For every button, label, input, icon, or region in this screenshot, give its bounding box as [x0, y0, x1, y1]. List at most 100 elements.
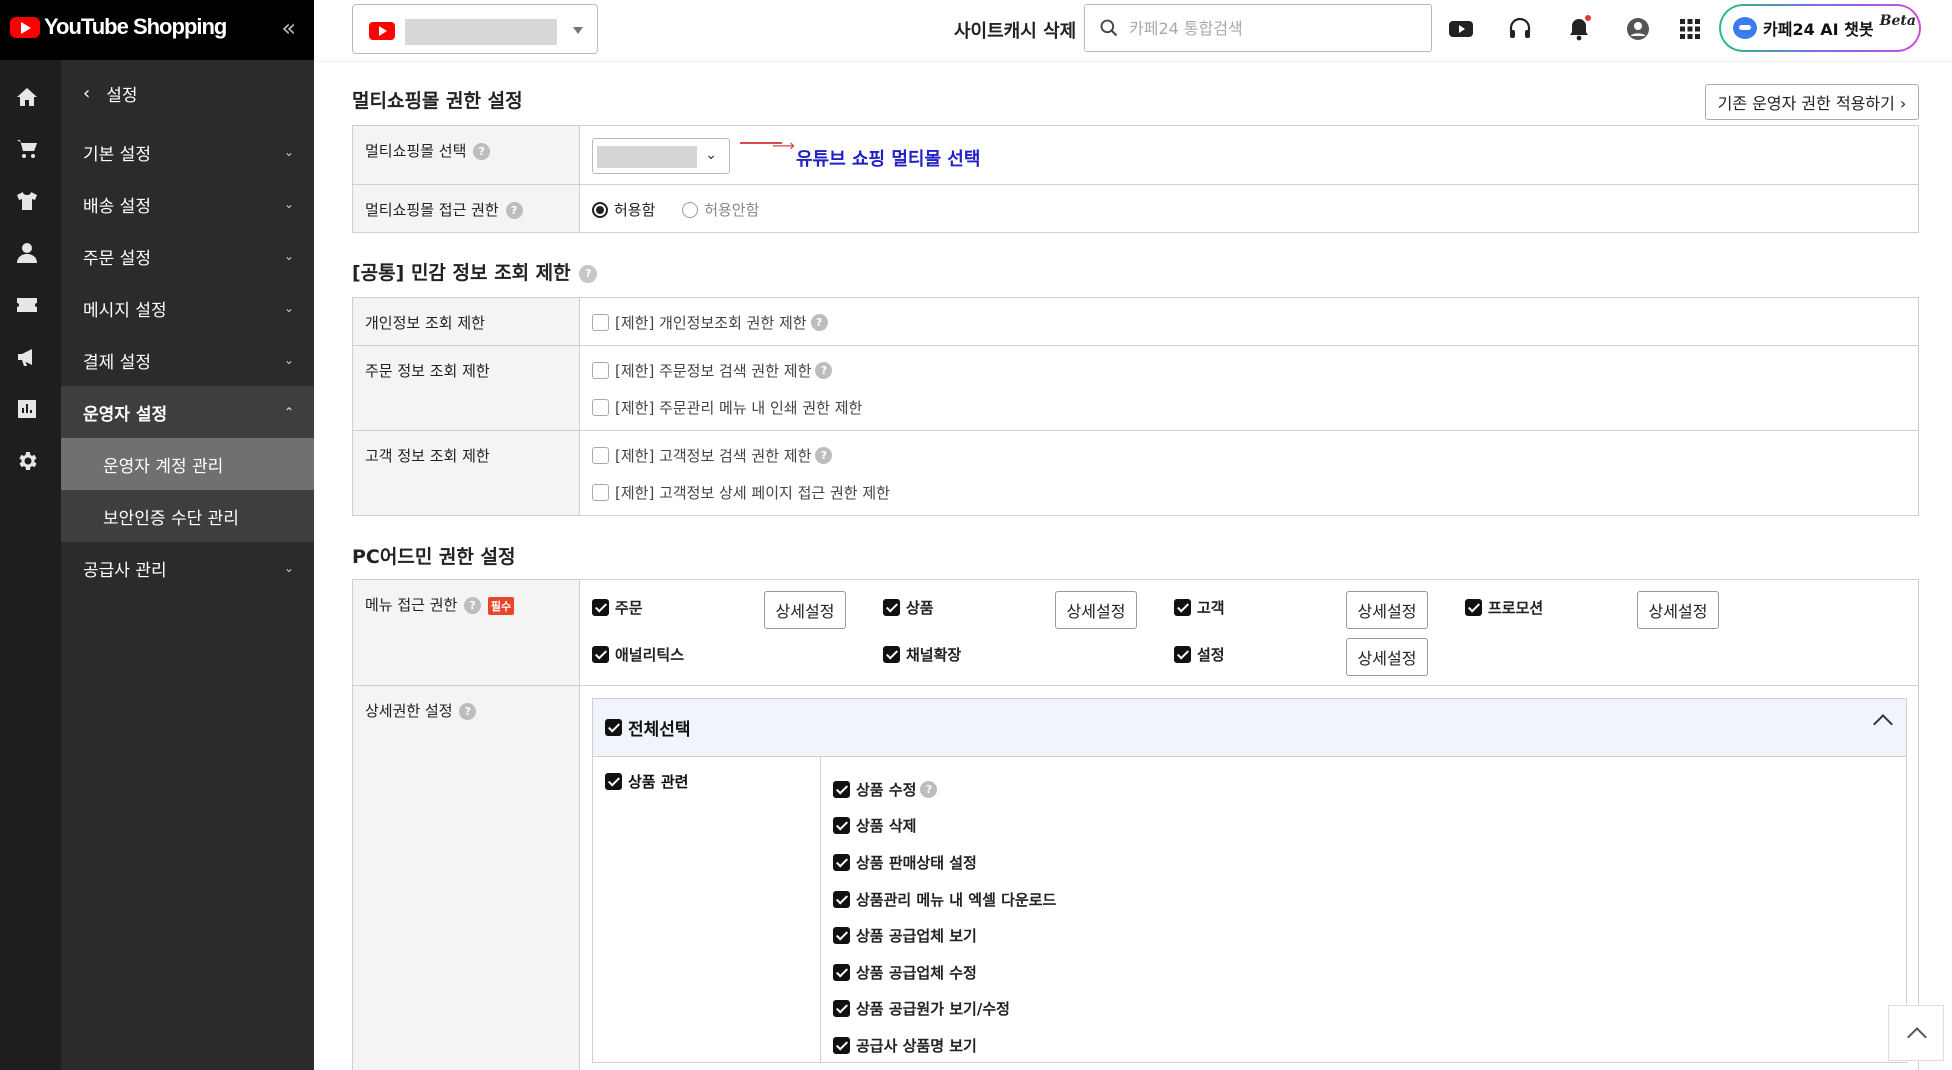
- checkbox-perm-edit[interactable]: 상품 수정 ?: [833, 771, 1056, 808]
- sidebar-item-supplier[interactable]: 공급사 관리 ⌄: [61, 542, 314, 594]
- checkbox-perm-supply-cost[interactable]: 상품 공급원가 보기/수정: [833, 991, 1056, 1028]
- menu-perm-analytics[interactable]: 애널리틱스: [592, 644, 684, 665]
- menu-perm-settings[interactable]: 설정: [1174, 644, 1225, 665]
- bell-icon[interactable]: [1564, 14, 1594, 44]
- coupon-icon[interactable]: [12, 290, 42, 320]
- account-icon[interactable]: [1623, 14, 1653, 44]
- megaphone-icon[interactable]: [12, 342, 42, 372]
- checkbox[interactable]: [1174, 599, 1191, 616]
- apps-grid-icon[interactable]: [1675, 14, 1705, 44]
- checkbox-perm-supplier-product-name[interactable]: 공급사 상품명 보기: [833, 1027, 1056, 1064]
- section-title-text: [공통] 민감 정보 조회 제한: [352, 262, 571, 284]
- help-icon[interactable]: ?: [815, 446, 833, 464]
- checkbox[interactable]: [833, 890, 850, 908]
- checkbox[interactable]: [833, 817, 850, 835]
- checkbox[interactable]: [883, 646, 900, 663]
- chart-icon[interactable]: [12, 394, 42, 424]
- checkbox-restrict-order-print[interactable]: [제한] 주문관리 메뉴 내 인쇄 권한 제한: [592, 397, 1906, 417]
- sidebar-item-basic[interactable]: 기본 설정 ⌄: [61, 126, 314, 178]
- chevron-up-icon[interactable]: [1873, 714, 1893, 734]
- checkbox-select-all[interactable]: 전체선택: [605, 718, 691, 740]
- help-icon[interactable]: ?: [579, 264, 598, 283]
- help-icon[interactable]: ?: [810, 313, 828, 331]
- settings-icon[interactable]: [12, 446, 42, 476]
- shirt-icon[interactable]: [12, 186, 42, 216]
- help-icon[interactable]: ?: [459, 703, 477, 720]
- detail-settings-customer-button[interactable]: 상세설정: [1346, 591, 1428, 629]
- checkbox-label: 주문: [615, 599, 643, 617]
- checkbox[interactable]: [833, 927, 850, 945]
- checkbox-category-product[interactable]: 상품 관련: [605, 771, 808, 791]
- cache-delete-link[interactable]: 사이트캐시 삭제: [954, 17, 1076, 43]
- ai-chatbot-button[interactable]: 카페24 AI 챗봇 Beta: [1719, 4, 1921, 52]
- checkbox-perm-delete[interactable]: 상품 삭제: [833, 808, 1056, 845]
- menu-perm-order[interactable]: 주문: [592, 597, 643, 618]
- checkbox[interactable]: [833, 1036, 850, 1054]
- menu-perm-customer[interactable]: 고객: [1174, 597, 1225, 618]
- checkbox[interactable]: [833, 1000, 850, 1018]
- detail-settings-settings-button[interactable]: 상세설정: [1346, 638, 1428, 676]
- help-icon[interactable]: ?: [473, 143, 491, 160]
- radio-deny[interactable]: 허용안함: [682, 199, 759, 220]
- checkbox[interactable]: [605, 719, 622, 736]
- checkbox[interactable]: [592, 361, 609, 379]
- sidebar-item-message[interactable]: 메시지 설정 ⌄: [61, 282, 314, 334]
- multimall-dropdown[interactable]: ⌄: [592, 138, 730, 174]
- chevron-down-icon: ⌄: [283, 561, 294, 575]
- mall-switcher[interactable]: [352, 4, 598, 54]
- collapse-sidebar-icon[interactable]: «: [281, 14, 296, 42]
- checkbox[interactable]: [833, 853, 850, 871]
- detail-settings-promotion-button[interactable]: 상세설정: [1637, 591, 1719, 629]
- sidebar-item-order[interactable]: 주문 설정 ⌄: [61, 230, 314, 282]
- cart-icon[interactable]: [12, 134, 42, 164]
- search-input[interactable]: [1129, 15, 1419, 41]
- detail-settings-order-button[interactable]: 상세설정: [764, 591, 846, 629]
- checkbox-perm-supplier-edit[interactable]: 상품 공급업체 수정: [833, 954, 1056, 991]
- checkbox[interactable]: [592, 483, 609, 501]
- checkbox-restrict-order-search[interactable]: [제한] 주문정보 검색 권한 제한 ?: [592, 360, 1906, 380]
- checkbox[interactable]: [592, 599, 609, 616]
- checkbox-restrict-customer-detail[interactable]: [제한] 고객정보 상세 페이지 접근 권한 제한: [592, 482, 1906, 502]
- checkbox[interactable]: [592, 313, 609, 331]
- menu-back[interactable]: ‹ 설정: [61, 60, 314, 126]
- checkbox-label: 프로모션: [1488, 599, 1544, 617]
- apply-existing-permissions-button[interactable]: 기존 운영자 권한 적용하기 ›: [1705, 84, 1919, 120]
- checkbox[interactable]: [592, 446, 609, 464]
- help-icon[interactable]: ?: [920, 780, 938, 798]
- mall-name-redacted: [597, 146, 697, 168]
- headset-icon[interactable]: [1505, 14, 1535, 44]
- checkbox-perm-excel-download[interactable]: 상품관리 메뉴 내 엑셀 다운로드: [833, 881, 1056, 918]
- menu-perm-channel[interactable]: 채널확장: [883, 644, 961, 665]
- radio-allow[interactable]: 허용함: [592, 199, 655, 220]
- row-detail-permission: 상세권한 설정 ? 전체선택 상품 관련 상품 수정 ? 상품 삭제 상품 판매…: [352, 686, 1919, 1070]
- checkbox[interactable]: [592, 646, 609, 663]
- submenu-item-security-auth[interactable]: 보안인증 수단 관리: [61, 490, 314, 542]
- scroll-to-top-button[interactable]: [1888, 1005, 1944, 1061]
- checkbox-perm-supplier-view[interactable]: 상품 공급업체 보기: [833, 917, 1056, 954]
- sidebar-item-payment[interactable]: 결제 설정 ⌄: [61, 334, 314, 386]
- checkbox-label: [제한] 고객정보 검색 권한 제한: [615, 446, 812, 465]
- checkbox[interactable]: [833, 780, 850, 798]
- sidebar-item-operator[interactable]: 운영자 설정 ⌃: [61, 386, 314, 438]
- menu-perm-product[interactable]: 상품: [883, 597, 934, 618]
- checkbox[interactable]: [605, 772, 622, 790]
- checkbox[interactable]: [1465, 599, 1482, 616]
- checkbox[interactable]: [1174, 646, 1191, 663]
- home-icon[interactable]: [12, 82, 42, 112]
- help-icon[interactable]: ?: [815, 361, 833, 379]
- youtube-icon[interactable]: [1446, 14, 1476, 44]
- sidebar-item-shipping[interactable]: 배송 설정 ⌄: [61, 178, 314, 230]
- checkbox[interactable]: [833, 963, 850, 981]
- help-icon[interactable]: ?: [464, 597, 482, 614]
- submenu-item-operator-accounts[interactable]: 운영자 계정 관리: [61, 438, 314, 490]
- checkbox[interactable]: [883, 599, 900, 616]
- help-icon[interactable]: ?: [505, 202, 523, 219]
- detail-settings-product-button[interactable]: 상세설정: [1055, 591, 1137, 629]
- checkbox[interactable]: [592, 398, 609, 416]
- category-cell: 상품 관련: [593, 757, 821, 1062]
- person-icon[interactable]: [12, 238, 42, 268]
- menu-perm-promotion[interactable]: 프로모션: [1465, 597, 1543, 618]
- checkbox-restrict-personal-info[interactable]: [제한] 개인정보조회 권한 제한 ?: [592, 312, 1906, 332]
- checkbox-perm-sale-status[interactable]: 상품 판매상태 설정: [833, 844, 1056, 881]
- checkbox-restrict-customer-search[interactable]: [제한] 고객정보 검색 권한 제한 ?: [592, 445, 1906, 465]
